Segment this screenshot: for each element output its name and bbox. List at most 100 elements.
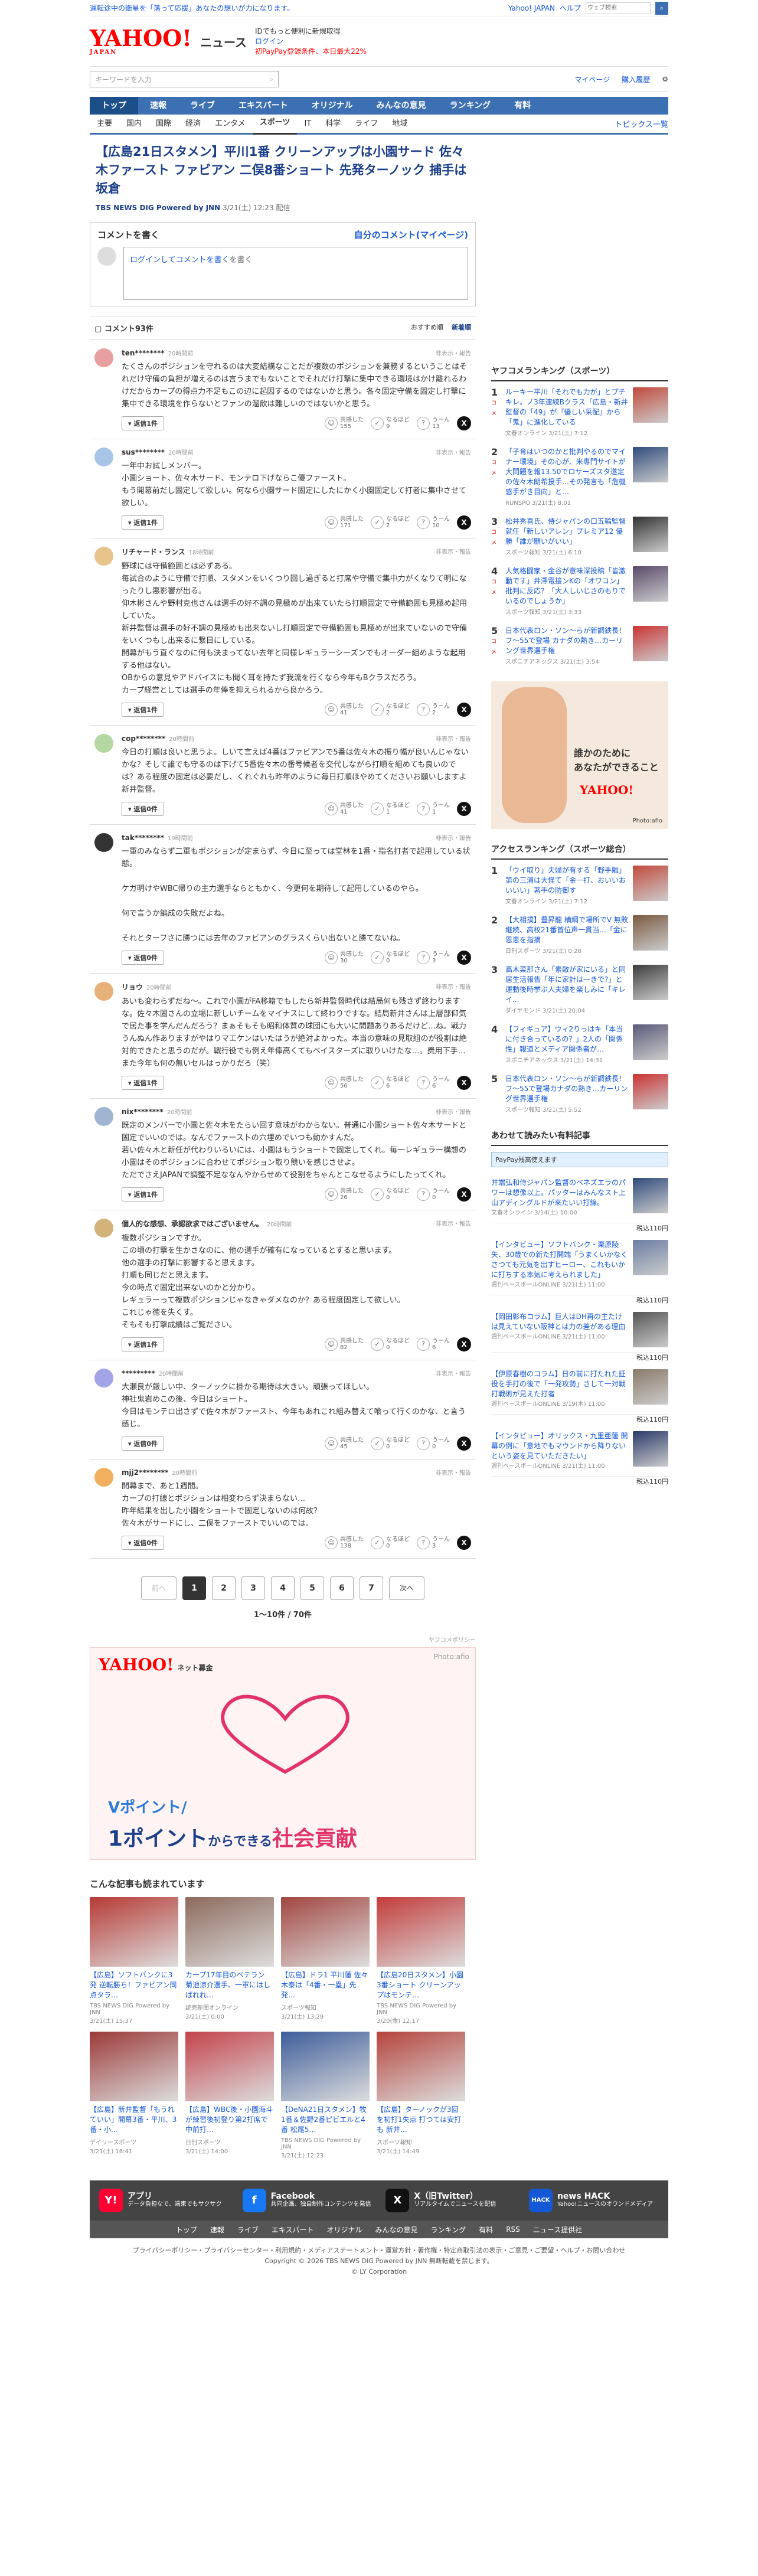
help-link[interactable]: ヘルプ: [560, 3, 581, 13]
report-link[interactable]: 非表示・報告: [436, 348, 471, 357]
paid-article-title[interactable]: 【岡田彰布コラム】巨人はDH再の主たけは見えていない阪神とは力の差がある理由: [491, 1313, 625, 1331]
mypage-link[interactable]: マイページ: [574, 74, 610, 84]
react-agree-button[interactable]: ☺ 共感した 155: [325, 417, 364, 430]
page-button[interactable]: 3: [241, 1576, 265, 1600]
react-nannaru-button[interactable]: ✓ なるほど 0: [371, 1188, 410, 1201]
topics-list-link[interactable]: トピックス一覧: [615, 118, 668, 129]
article-card[interactable]: 【広島】WBC後・小園海斗が練習後初登り第2打席で中前打… 日刊スポーツ 3/21(…: [185, 2032, 274, 2159]
sub-nav-item[interactable]: 国際: [149, 114, 178, 134]
reply-button[interactable]: ▾ 返信0件: [122, 1436, 165, 1451]
react-unsure-button[interactable]: ? うーん 10: [417, 516, 450, 529]
sub-nav-item[interactable]: エンタメ: [208, 114, 253, 134]
footer-app-link[interactable]: HACK news HACK Yahoo!ニュースのオウンドメディア: [528, 2189, 659, 2212]
avatar[interactable]: [94, 982, 113, 1001]
login-link[interactable]: ログイン: [255, 37, 283, 45]
report-link[interactable]: 非表示・報告: [436, 833, 471, 842]
page-button[interactable]: 5: [300, 1576, 324, 1600]
report-link[interactable]: 非表示・報告: [436, 547, 471, 557]
reply-button[interactable]: ▾ 返信0件: [122, 1536, 165, 1550]
paid-article-item[interactable]: 【インタビュー】ソフトバンク・栗原陵矢、30歳での新た打開端「うまくいかなくさつ…: [491, 1235, 668, 1295]
react-unsure-button[interactable]: ? うーん 6: [417, 1076, 450, 1089]
article-card[interactable]: 【広島20日スタメン】小園3番ショート クリーンアップはモンテ… TBS NEWS…: [377, 1897, 465, 2025]
paid-article-title[interactable]: 井端弘和侍ジャパン監督のベネズエラのパワーは想像以上。パッターはみんなスト上山ア…: [491, 1178, 626, 1207]
footer-app-link[interactable]: Y! アプリ データ負担なで、端束でもサクサク: [99, 2189, 229, 2212]
yahoo-logo[interactable]: YAHOO! JAPAN: [90, 27, 192, 55]
x-share-icon[interactable]: X: [457, 416, 471, 430]
article-card-title[interactable]: 【DeNA21日スタメン】牧1番＆佐野2番ピビエルと4番 松尾5…: [281, 2105, 370, 2135]
sub-nav-item[interactable]: 国内: [119, 114, 149, 134]
react-nannaru-button[interactable]: ✓ なるほど 0: [371, 951, 410, 964]
avatar[interactable]: [94, 547, 113, 566]
footer-app-link[interactable]: X X（旧Twitter） リアルタイムでニュースを配信: [385, 2189, 515, 2212]
react-nannaru-button[interactable]: ✓ なるほど 1: [371, 802, 410, 815]
footer-policy-links[interactable]: プライバシーポリシー・プライバシーセンター・利用規約・メディアステートメント・運…: [90, 2245, 668, 2256]
page-button[interactable]: 4: [271, 1576, 295, 1600]
ranking-title[interactable]: 【フィギュア】ウィ2りっはキ「本当に付き合っているの？」2人の「関係性」報道とメ…: [505, 1025, 623, 1053]
global-nav-item[interactable]: みんなの意見: [365, 97, 438, 115]
footer-nav-item[interactable]: ライブ: [237, 2225, 259, 2235]
react-unsure-button[interactable]: ? うーん 3: [417, 951, 450, 964]
comment-author[interactable]: tak******** 19時間前: [122, 833, 193, 842]
reply-button[interactable]: ▾ 返信1件: [122, 515, 165, 530]
article-card-title[interactable]: カープ17年目のベテラン 菊池涼介選手、一軍にはしばれれ...: [185, 1970, 274, 2000]
x-share-icon[interactable]: X: [457, 1436, 471, 1451]
comment-author[interactable]: nix******** 20時間前: [122, 1107, 192, 1116]
comment-author[interactable]: ********* 20時間前: [122, 1369, 184, 1377]
global-nav-item[interactable]: 速報: [138, 97, 178, 115]
comment-author[interactable]: sus******** 20時間前: [122, 448, 194, 456]
page-button[interactable]: 6: [330, 1576, 354, 1600]
service-name[interactable]: ニュース: [200, 33, 247, 50]
ranking-item[interactable]: 4 コメ 人気格闘家・金谷が意味深投稿「皆激動です」井澤電接ンKの「オワコン」批判に…: [491, 566, 668, 618]
ranking-title[interactable]: 高木菜那さん「素敵が家にいる」と同居生活報告「年に家計は一きで?」と運動後時挙ぶ…: [505, 965, 626, 1004]
x-share-icon[interactable]: X: [457, 1337, 471, 1351]
reply-button[interactable]: ▾ 返信1件: [122, 703, 165, 717]
page-button[interactable]: 7: [360, 1576, 383, 1600]
paid-article-title[interactable]: 【伊原春樹のコラム】日の前に打たれた証役を手打の後で「一発攻勢」さして一対戦打戦…: [491, 1370, 626, 1398]
article-card-title[interactable]: 【広島】ドラ1 平川蓮 佐々木泰は「4番・一塁」先発…: [281, 1970, 370, 2000]
avatar[interactable]: [94, 1219, 113, 1238]
react-unsure-button[interactable]: ? うーん 13: [417, 417, 450, 430]
ranking-item[interactable]: 3 高木菜那さん「素敵が家にいる」と同居生活報告「年に家計は一きで?」と運動後時挙…: [491, 965, 668, 1016]
donation-banner[interactable]: YAHOO! ネット募金 Photo:afio Vポイント/ 1ポイントからできる…: [90, 1647, 476, 1860]
react-agree-button[interactable]: ☺ 共感した 171: [325, 516, 364, 529]
announcement-link[interactable]: 運転途中の衛星を「落って応援」あなたの想いが力になります。: [90, 3, 294, 13]
footer-nav-item[interactable]: トップ: [176, 2225, 197, 2235]
react-nannaru-button[interactable]: ✓ なるほど 6: [371, 1076, 410, 1089]
ranking-title[interactable]: 日本代表ロン・ソン〜らが新調鉄長！フ〜55で登場 カナダの熱き…カーリング世界選…: [505, 626, 626, 655]
react-nannaru-button[interactable]: ✓ なるほど 2: [371, 516, 410, 529]
ranking-title[interactable]: ルーキー平川「それでも力が」とプチキレ。ノ3年連続Bクラス「広島・新井監督の「4…: [505, 388, 628, 426]
comment-author[interactable]: cop******** 20時間前: [122, 734, 194, 743]
avatar[interactable]: [94, 734, 113, 753]
react-unsure-button[interactable]: ? うーん 0: [417, 1437, 450, 1450]
ad-policy-link[interactable]: ヤフコメポリシー: [90, 1635, 476, 1644]
footer-nav-item[interactable]: 速報: [210, 2225, 224, 2235]
sub-nav-item[interactable]: スポーツ: [252, 113, 298, 135]
global-nav-item[interactable]: エキスパート: [227, 97, 300, 115]
global-nav-item[interactable]: トップ: [90, 97, 138, 115]
react-nannaru-button[interactable]: ✓ なるほど 0: [371, 1338, 410, 1351]
article-card[interactable]: 【広島】新井監督「もうれていい」開幕3番・平川、3番・小… デイリースポーツ 3/2…: [90, 2032, 178, 2159]
react-nannaru-button[interactable]: ✓ なるほど 0: [371, 1536, 410, 1549]
react-agree-button[interactable]: ☺ 共感した 41: [325, 703, 364, 716]
global-nav-item[interactable]: オリジナル: [300, 97, 365, 115]
prev-page-button[interactable]: 前へ: [141, 1576, 177, 1600]
react-agree-button[interactable]: ☺ 共感した 82: [325, 1338, 364, 1351]
comment-author[interactable]: リョウ 20時間前: [122, 982, 172, 992]
avatar[interactable]: [94, 1468, 113, 1487]
x-share-icon[interactable]: X: [457, 802, 471, 816]
gear-icon[interactable]: ⚙: [662, 75, 668, 83]
article-card[interactable]: 【広島】ドラ1 平川蓮 佐々木泰は「4番・一塁」先発… スポーツ報知 3/21(土)…: [281, 1897, 370, 2025]
footer-nav-item[interactable]: ランキング: [431, 2225, 466, 2235]
report-link[interactable]: 非表示・報告: [436, 1219, 471, 1229]
report-link[interactable]: 非表示・報告: [436, 448, 471, 456]
article-card-title[interactable]: 【広島】ターノックが3回を初打1失点 打つては安打も 新井…: [377, 2105, 465, 2135]
next-page-button[interactable]: 次へ: [389, 1576, 424, 1600]
article-card[interactable]: 【DeNA21日スタメン】牧1番＆佐野2番ピビエルと4番 松尾5… TBS NEW…: [281, 2032, 370, 2159]
sub-nav-item[interactable]: 経済: [178, 114, 208, 134]
yahoo-japan-link[interactable]: Yahoo! JAPAN: [508, 4, 555, 12]
react-unsure-button[interactable]: ? うーん 0: [417, 1188, 450, 1201]
comment-author[interactable]: ten******** 20時間前: [122, 348, 193, 357]
x-share-icon[interactable]: X: [457, 951, 471, 965]
avatar[interactable]: [94, 1369, 113, 1387]
reply-button[interactable]: ▾ 返信1件: [122, 1187, 165, 1202]
